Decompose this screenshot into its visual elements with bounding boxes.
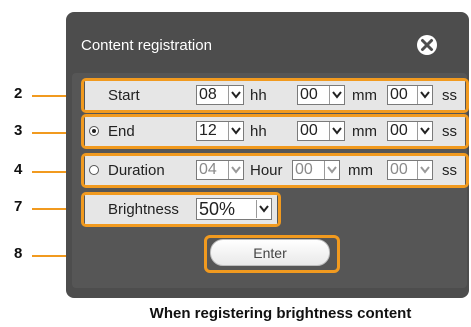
start-second-select[interactable]: 00 <box>387 85 433 105</box>
start-second-unit: ss <box>442 87 457 104</box>
chevron-down-icon <box>228 86 243 104</box>
chevron-down-icon <box>417 86 432 104</box>
dialog-title: Content registration <box>81 37 212 54</box>
chevron-down-icon <box>324 161 339 179</box>
brightness-value: 50% <box>199 199 236 219</box>
callout-2: 2 <box>14 85 23 102</box>
end-second-select[interactable]: 00 <box>387 121 433 141</box>
start-hour-unit: hh <box>250 87 267 104</box>
duration-radio[interactable] <box>89 165 99 175</box>
start-minute-unit: mm <box>352 87 377 104</box>
end-hour-value: 12 <box>199 122 217 139</box>
chevron-down-icon <box>329 86 344 104</box>
duration-hour-select[interactable]: 04 <box>196 160 244 180</box>
start-label: Start <box>108 87 140 104</box>
duration-second-unit: ss <box>442 162 457 179</box>
duration-second-select[interactable]: 00 <box>387 160 433 180</box>
brightness-select[interactable]: 50% <box>196 198 272 220</box>
end-minute-select[interactable]: 00 <box>297 121 345 141</box>
start-hour-value: 08 <box>199 86 217 103</box>
enter-button[interactable]: Enter <box>210 239 330 266</box>
duration-hour-unit: Hour <box>250 162 283 179</box>
end-minute-value: 00 <box>300 122 318 139</box>
chevron-down-icon <box>329 122 344 140</box>
chevron-down-icon <box>417 161 432 179</box>
duration-minute-unit: mm <box>348 162 373 179</box>
start-hour-select[interactable]: 08 <box>196 85 244 105</box>
start-second-value: 00 <box>390 86 408 103</box>
end-radio[interactable] <box>89 126 99 136</box>
end-minute-unit: mm <box>352 123 377 140</box>
brightness-label: Brightness <box>108 201 179 218</box>
end-label: End <box>108 123 135 140</box>
callout-4: 4 <box>14 161 23 178</box>
chevron-down-icon <box>256 200 271 218</box>
duration-minute-select[interactable]: 00 <box>292 160 340 180</box>
callout-8: 8 <box>14 245 23 262</box>
close-icon[interactable] <box>416 34 438 56</box>
end-hour-select[interactable]: 12 <box>196 121 244 141</box>
start-minute-select[interactable]: 00 <box>297 85 345 105</box>
end-second-value: 00 <box>390 122 408 139</box>
figure-caption: When registering brightness content <box>149 305 412 322</box>
duration-hour-value: 04 <box>199 161 217 178</box>
duration-label: Duration <box>108 162 165 179</box>
chevron-down-icon <box>228 161 243 179</box>
chevron-down-icon <box>417 122 432 140</box>
start-minute-value: 00 <box>300 86 318 103</box>
duration-second-value: 00 <box>390 161 408 178</box>
callout-7: 7 <box>14 198 23 215</box>
end-second-unit: ss <box>442 123 457 140</box>
chevron-down-icon <box>228 122 243 140</box>
duration-minute-value: 00 <box>295 161 313 178</box>
callout-3: 3 <box>14 122 23 139</box>
end-hour-unit: hh <box>250 123 267 140</box>
